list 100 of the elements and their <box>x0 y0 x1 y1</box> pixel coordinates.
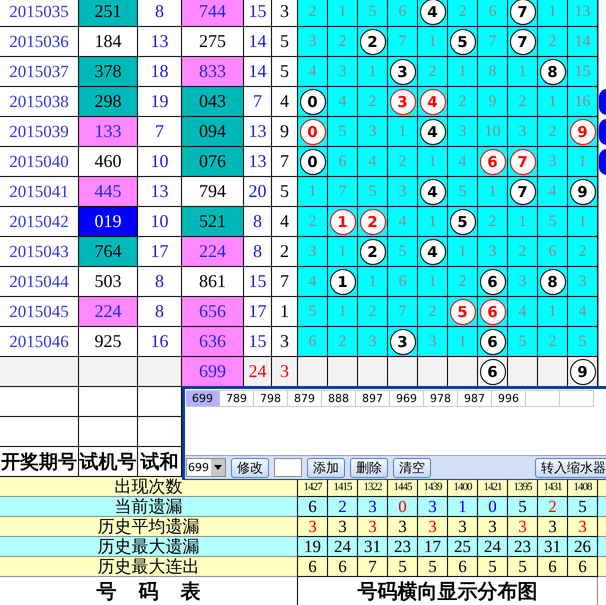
input-field[interactable] <box>274 458 302 477</box>
table-cell: 699 <box>182 357 244 387</box>
candidate-item[interactable]: 978 <box>424 390 458 407</box>
table-cell: 10 <box>478 117 508 147</box>
table-cell: 6 <box>297 327 328 357</box>
number-ball: 5 <box>450 28 476 54</box>
table-cell: 13 <box>568 0 598 27</box>
table-cell: 794 <box>182 177 244 207</box>
number-ball: 3 <box>390 328 416 354</box>
number-ball: 0 <box>300 88 326 114</box>
number-ball: 8 <box>540 268 566 294</box>
table-cell: 3 <box>538 147 568 177</box>
table-cell: 3 <box>388 177 418 207</box>
table-cell: 4 <box>508 297 538 327</box>
table-cell: 3 <box>568 267 598 297</box>
table-cell: 861 <box>182 267 244 297</box>
table-cell: 15 <box>244 0 272 27</box>
table-cell: 1 <box>328 237 358 267</box>
candidate-item[interactable] <box>526 390 560 407</box>
stat-value: 5 <box>478 557 508 577</box>
table-cell: 14 <box>244 27 272 57</box>
candidate-item[interactable] <box>560 390 594 407</box>
table-cell: 2015035 <box>0 0 79 27</box>
candidate-item[interactable]: 879 <box>288 390 322 407</box>
stat-label: 出现次数 <box>114 476 182 498</box>
table-cell: 460 <box>79 147 138 177</box>
number-ball: 1 <box>330 268 356 294</box>
candidate-item[interactable]: 897 <box>356 390 390 407</box>
table-cell: 2015042 <box>0 207 79 237</box>
table-cell <box>138 357 182 387</box>
table-cell: 1 <box>538 87 568 117</box>
caret-icon <box>214 465 222 470</box>
table-cell: 4 <box>568 297 598 327</box>
table-cell: 2015044 <box>0 267 79 297</box>
table-cell: 503 <box>79 267 138 297</box>
candidate-item[interactable]: 987 <box>458 390 492 407</box>
table-cell: 4 <box>328 87 358 117</box>
table-cell: 019 <box>79 207 138 237</box>
candidate-item[interactable]: 888 <box>322 390 356 407</box>
number-dropdown[interactable]: 699 <box>186 458 226 477</box>
table-cell: 3 <box>508 117 538 147</box>
stat-value: 6 <box>298 557 328 577</box>
candidate-item[interactable]: 789 <box>220 390 254 407</box>
toolbar-button[interactable]: 修改 <box>231 458 269 478</box>
table-cell: 7 <box>244 87 272 117</box>
table-cell: 3 <box>358 327 388 357</box>
table-cell: 043 <box>182 87 244 117</box>
stat-value: 6 <box>328 557 358 577</box>
number-ball: 7 <box>510 148 536 174</box>
table-cell: 2015038 <box>0 87 79 117</box>
table-cell: 6 <box>328 147 358 177</box>
candidate-item[interactable]: 699 <box>186 390 220 407</box>
table-cell: 2 <box>418 57 448 87</box>
table-cell: 1 <box>418 267 448 297</box>
table-cell: 3 <box>478 237 508 267</box>
table-cell: 925 <box>79 327 138 357</box>
table-cell: 076 <box>182 147 244 177</box>
table-cell: 656 <box>182 297 244 327</box>
table-cell: 5 <box>538 207 568 237</box>
table-cell: 14 <box>568 27 598 57</box>
candidate-item[interactable]: 969 <box>390 390 424 407</box>
table-cell: 4 <box>388 207 418 237</box>
table-cell <box>79 387 138 417</box>
toolbar-button[interactable]: 转入缩水器 <box>535 458 606 478</box>
table-cell: 445 <box>79 177 138 207</box>
number-ball: 4 <box>420 178 446 204</box>
stat-value: 6 <box>538 557 568 577</box>
table-cell: 224 <box>79 297 138 327</box>
number-ball: 6 <box>480 148 506 174</box>
table-cell: 833 <box>182 57 244 87</box>
number-ball: 6 <box>480 358 506 384</box>
number-ball: 2 <box>360 28 386 54</box>
chart-title: 号码横向显示分布图 <box>358 578 538 604</box>
toolbar-button[interactable]: 添加 <box>307 458 345 478</box>
candidate-item[interactable]: 996 <box>492 390 526 407</box>
table-cell: 1 <box>448 237 478 267</box>
table-cell: 20 <box>244 177 272 207</box>
table-cell: 133 <box>79 117 138 147</box>
table-cell <box>79 357 138 387</box>
toolbar-button[interactable]: 清空 <box>393 458 431 478</box>
table-cell: 1 <box>538 297 568 327</box>
table-cell: 24 <box>244 357 272 387</box>
number-ball: 4 <box>420 0 446 24</box>
table-cell: 7 <box>138 117 182 147</box>
number-ball: 7 <box>510 0 536 24</box>
number-ball: 2 <box>360 238 386 264</box>
table-cell: 2015045 <box>0 297 79 327</box>
table-cell: 13 <box>244 147 272 177</box>
table-cell: 8 <box>138 0 182 27</box>
candidate-item[interactable]: 798 <box>254 390 288 407</box>
table-cell: 251 <box>79 0 138 27</box>
stat-value: 6 <box>568 557 598 577</box>
table-cell <box>79 417 138 447</box>
table-cell: 2015046 <box>0 327 79 357</box>
number-ball: 9 <box>570 178 596 204</box>
toolbar-button[interactable]: 删除 <box>350 458 388 478</box>
table-cell <box>358 357 388 387</box>
table-cell: 14 <box>244 57 272 87</box>
table-cell: 7 <box>388 297 418 327</box>
number-ball: 3 <box>390 88 416 114</box>
